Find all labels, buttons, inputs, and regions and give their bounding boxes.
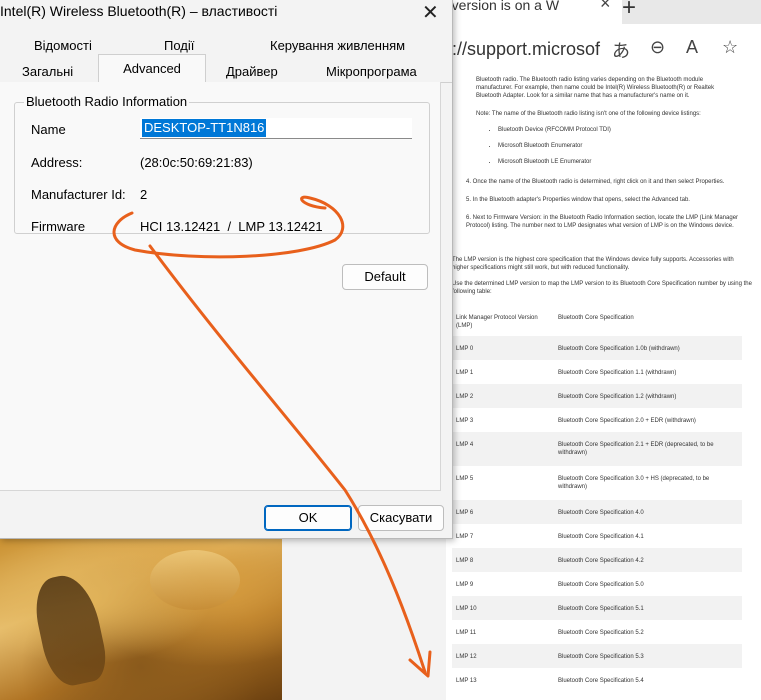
lmp-version-cell: LMP 12 (456, 654, 477, 660)
table-row: LMP 7 Bluetooth Core Specification 4.1 (452, 524, 742, 548)
default-button[interactable]: Default (342, 264, 428, 290)
tab-firmware[interactable]: Мікропрограма (326, 64, 417, 79)
core-spec-cell: Bluetooth Core Specification 4.1 (558, 534, 644, 540)
core-spec-cell: Bluetooth Core Specification 2.0 + EDR (… (558, 418, 696, 424)
note-item: Microsoft Bluetooth Enumerator (498, 142, 736, 150)
core-spec-cell: Bluetooth Core Specification 3.0 + HS (d… (558, 476, 710, 490)
dialog-titlebar[interactable]: Intel(R) Wireless Bluetooth(R) – властив… (0, 0, 452, 26)
lmp-version-cell: LMP 6 (456, 510, 474, 516)
article-content: Bluetooth radio. The Bluetooth radio lis… (446, 70, 761, 700)
name-label: Name (31, 122, 66, 137)
table-row: LMP 0 Bluetooth Core Specification 1.0b (… (452, 336, 742, 360)
wallpaper-rock (29, 569, 111, 691)
core-spec-cell: Bluetooth Core Specification 5.4 (558, 678, 644, 684)
table-row: LMP 4 Bluetooth Core Specification 2.1 + … (452, 432, 742, 466)
core-spec-cell: Bluetooth Core Specification 5.1 (558, 606, 644, 612)
table-row: LMP 9 Bluetooth Core Specification 5.0 (452, 572, 742, 596)
table-row: LMP 8 Bluetooth Core Specification 4.2 (452, 548, 742, 572)
group-title: Bluetooth Radio Information (24, 94, 190, 109)
translate-icon[interactable]: あ (612, 37, 630, 63)
table-row: LMP 13 Bluetooth Core Specification 5.4 (452, 668, 742, 692)
lmp-version-cell: LMP 1 (456, 370, 474, 376)
lmp-version-cell: LMP 8 (456, 558, 474, 564)
tab-events[interactable]: Події (164, 38, 194, 53)
firmware-value: HCI 13.12421 / LMP 13.12421 (140, 219, 323, 234)
desktop-wallpaper (0, 535, 282, 700)
wallpaper-highlight (150, 550, 240, 610)
note-box: Note: The name of the Bluetooth radio li… (476, 110, 736, 174)
table-row: LMP 6 Bluetooth Core Specification 4.0 (452, 500, 742, 524)
step-5: 5. In the Bluetooth adapter's Properties… (466, 197, 690, 203)
step-6: 6. Next to Firmware Version: in the Blue… (466, 215, 739, 229)
ok-button[interactable]: OK (264, 505, 352, 531)
core-spec-cell: Bluetooth Core Specification 5.2 (558, 630, 644, 636)
mapping-paragraph: Use the determined LMP version to map th… (452, 281, 752, 295)
lmp-version-cell: LMP 7 (456, 534, 474, 540)
read-aloud-icon[interactable]: A (686, 37, 698, 58)
table-row: LMP 10 Bluetooth Core Specification 5.1 (452, 596, 742, 620)
address-label: Address: (31, 155, 83, 170)
new-tab-icon[interactable]: + (622, 0, 636, 22)
browser-tab[interactable]: h version is on a W × (432, 0, 622, 24)
note-item: Bluetooth Device (RFCOMM Protocol TDI) (498, 126, 736, 134)
manufacturer-value: 2 (140, 187, 148, 202)
lmp-version-cell: LMP 5 (456, 476, 474, 482)
table-row: LMP 12 Bluetooth Core Specification 5.3 (452, 644, 742, 668)
name-value[interactable]: DESKTOP-TT1N816 (142, 119, 267, 137)
lmp-version-cell: LMP 13 (456, 678, 477, 684)
table-row: LMP 2 Bluetooth Core Specification 1.2 (w… (452, 384, 742, 408)
lmp-version-cell: LMP 10 (456, 606, 477, 612)
lmp-table: Link Manager Protocol Version (LMP) Blue… (452, 306, 742, 692)
core-spec-cell: Bluetooth Core Specification 1.1 (withdr… (558, 370, 677, 376)
table-row: LMP 1 Bluetooth Core Specification 1.1 (w… (452, 360, 742, 384)
lmp-version-cell: LMP 9 (456, 582, 474, 588)
close-tab-icon[interactable]: × (600, 0, 611, 12)
zoom-out-icon[interactable]: ⊖ (650, 37, 665, 58)
tab-row-bottom: Загальні Advanced Драйвер Мікропрограма (0, 54, 452, 83)
lmp-paragraph: The LMP version is the highest core spec… (452, 257, 734, 271)
tab-row-top: Відомості Події Керування живленням (0, 38, 452, 58)
manufacturer-label: Manufacturer Id: (31, 187, 126, 202)
table-header-row: Link Manager Protocol Version (LMP) Blue… (452, 306, 742, 336)
intro-paragraph: Bluetooth radio. The Bluetooth radio lis… (476, 77, 715, 99)
note-text: Note: The name of the Bluetooth radio li… (476, 111, 701, 117)
lmp-version-cell: LMP 0 (456, 346, 474, 352)
tab-general[interactable]: Загальні (22, 64, 73, 79)
lmp-version-cell: LMP 2 (456, 394, 474, 400)
lmp-version-cell: LMP 4 (456, 442, 474, 448)
browser-tab-title: h version is on a W (440, 0, 560, 13)
core-spec-cell: Bluetooth Core Specification 4.0 (558, 510, 644, 516)
table-header: Link Manager Protocol Version (LMP) (456, 315, 538, 329)
tab-advanced[interactable]: Advanced (98, 54, 206, 83)
name-field[interactable]: DESKTOP-TT1N816 (140, 118, 412, 139)
lmp-version-cell: LMP 11 (456, 630, 477, 636)
url-text[interactable]: ://support.microsof (452, 39, 600, 60)
firmware-label: Firmware (31, 219, 86, 234)
address-value: (28:0c:50:69:21:83) (140, 155, 253, 170)
core-spec-cell: Bluetooth Core Specification 2.1 + EDR (… (558, 442, 714, 456)
core-spec-cell: Bluetooth Core Specification 5.0 (558, 582, 644, 588)
advanced-tab-panel: Bluetooth Radio Information Name DESKTOP… (0, 82, 441, 491)
cancel-button[interactable]: Скасувати (358, 505, 444, 531)
properties-dialog: Intel(R) Wireless Bluetooth(R) – властив… (0, 0, 453, 539)
core-spec-cell: Bluetooth Core Specification 4.2 (558, 558, 644, 564)
table-row: LMP 3 Bluetooth Core Specification 2.0 + … (452, 408, 742, 432)
step-4: 4. Once the name of the Bluetooth radio … (466, 179, 725, 185)
tab-power-management[interactable]: Керування живленням (270, 38, 405, 53)
core-spec-cell: Bluetooth Core Specification 1.2 (withdr… (558, 394, 677, 400)
favorite-star-icon[interactable]: ☆ (722, 37, 738, 58)
tab-driver[interactable]: Драйвер (226, 64, 278, 79)
note-item: Microsoft Bluetooth LE Enumerator (498, 158, 736, 166)
close-icon[interactable]: ✕ (422, 0, 439, 25)
lmp-version-cell: LMP 3 (456, 418, 474, 424)
dialog-title: Intel(R) Wireless Bluetooth(R) – властив… (0, 3, 278, 19)
tab-details[interactable]: Відомості (34, 38, 92, 53)
table-row: LMP 5 Bluetooth Core Specification 3.0 + … (452, 466, 742, 500)
table-row: LMP 11 Bluetooth Core Specification 5.2 (452, 620, 742, 644)
core-spec-cell: Bluetooth Core Specification 5.3 (558, 654, 644, 660)
table-header: Bluetooth Core Specification (558, 315, 634, 321)
core-spec-cell: Bluetooth Core Specification 1.0b (withd… (558, 346, 680, 352)
